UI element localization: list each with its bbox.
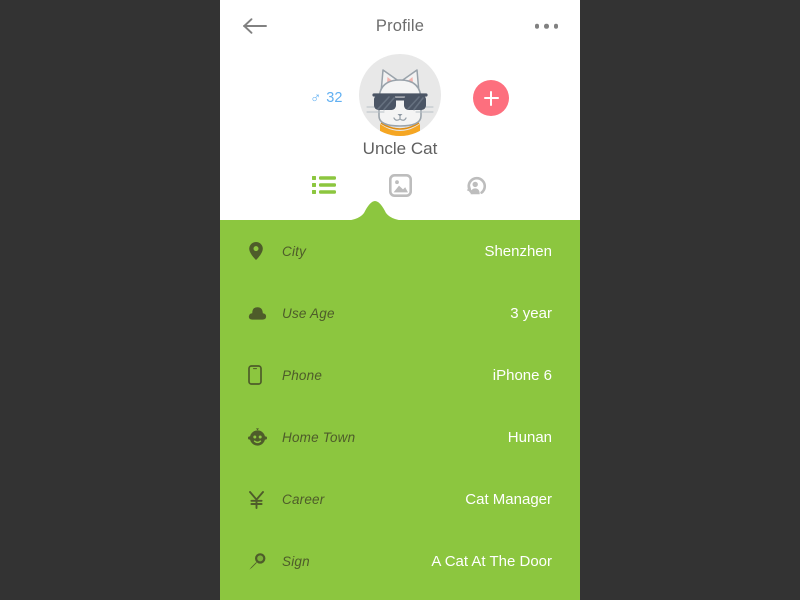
info-row-label: Sign <box>282 553 310 569</box>
info-row[interactable]: Career Cat Manager <box>220 468 580 530</box>
info-row[interactable]: Home Town Hunan <box>220 406 580 468</box>
plus-icon-vertical <box>489 90 493 106</box>
page-title: Profile <box>375 16 425 35</box>
back-button[interactable] <box>242 15 268 37</box>
phone-viewport: Profile ♂ 32 Uncle Cat City Shenzhen Use… <box>220 0 580 600</box>
avatar[interactable] <box>359 54 441 136</box>
profile-header: ♂ 32 Uncle Cat <box>220 52 580 162</box>
cloud-icon <box>248 305 274 321</box>
more-horizontal-icon-dot <box>544 23 549 29</box>
info-row-value: Hunan <box>507 428 552 446</box>
add-friend-button[interactable] <box>473 80 509 116</box>
tab-activity[interactable] <box>452 168 500 202</box>
navigation-bar: Profile <box>220 0 580 52</box>
info-row-label: City <box>282 243 307 259</box>
info-row-value: iPhone 6 <box>492 366 552 384</box>
tab-bar <box>220 162 580 220</box>
more-horizontal-icon-dot <box>553 23 558 29</box>
gender-age-badge: ♂ 32 <box>310 90 342 106</box>
info-row[interactable]: Sign A Cat At The Door <box>220 530 580 592</box>
tab-info[interactable] <box>300 168 348 202</box>
age-value: 32 <box>326 90 343 106</box>
info-row[interactable]: City Shenzhen <box>220 220 580 282</box>
person-refresh-icon <box>466 176 486 194</box>
phone-icon <box>248 365 274 385</box>
info-row-value: 3 year <box>510 304 552 322</box>
yen-icon <box>248 490 274 509</box>
male-symbol-icon: ♂ <box>310 89 322 107</box>
screen-root: Profile ♂ 32 Uncle Cat City Shenzhen Use… <box>0 0 800 600</box>
more-horizontal-icon-dot <box>534 23 539 29</box>
info-row-label: Use Age <box>282 305 335 321</box>
info-row-value: Cat Manager <box>465 490 552 508</box>
info-row-label: Career <box>282 491 325 507</box>
cat-avatar-icon <box>366 69 434 136</box>
info-panel: City Shenzhen Use Age 3 year Phone iPhon… <box>220 201 580 600</box>
info-row-value: A Cat At The Door <box>431 552 552 570</box>
more-options-button[interactable] <box>534 23 558 29</box>
baby-face-icon <box>248 427 274 447</box>
user-name: Uncle Cat <box>362 139 438 158</box>
location-pin-icon <box>248 241 274 261</box>
info-row[interactable]: Phone iPhone 6 <box>220 344 580 406</box>
arrow-left-icon <box>243 18 267 34</box>
microphone-icon <box>248 552 274 571</box>
avatar-circle <box>359 54 441 136</box>
list-icon <box>312 176 336 194</box>
info-row-label: Home Town <box>282 429 356 445</box>
info-row-value: Shenzhen <box>484 242 552 260</box>
tab-photos[interactable] <box>376 168 424 202</box>
image-icon <box>388 173 412 197</box>
info-row[interactable]: Use Age 3 year <box>220 282 580 344</box>
info-row-label: Phone <box>282 367 323 383</box>
